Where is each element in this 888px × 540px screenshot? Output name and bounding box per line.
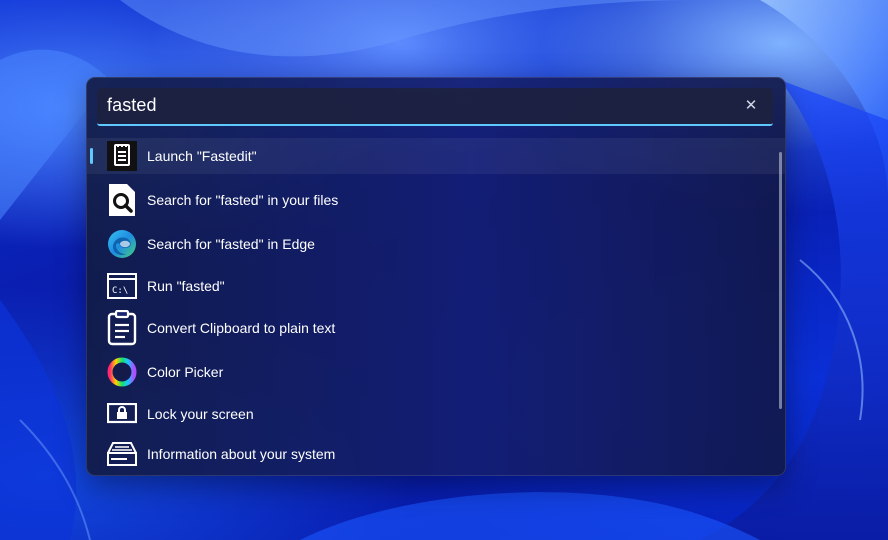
color-wheel-icon [107, 356, 137, 388]
result-label: Launch "Fastedit" [147, 148, 257, 164]
result-label: Search for "fasted" in your files [147, 192, 339, 208]
result-label: Run "fasted" [147, 278, 225, 294]
launcher-window: fasted ✕ Launch "Fastedit" Search for "f… [86, 77, 786, 476]
result-label: Information about your system [147, 446, 336, 462]
search-box[interactable]: fasted ✕ [97, 88, 773, 126]
result-item-lock-screen[interactable]: Lock your screen [87, 394, 785, 434]
edge-icon [107, 228, 137, 260]
result-label: Convert Clipboard to plain text [147, 320, 336, 336]
result-item-system-info[interactable]: Information about your system [87, 434, 785, 474]
result-item-search-edge[interactable]: Search for "fasted" in Edge [87, 222, 785, 266]
result-item-search-files[interactable]: Search for "fasted" in your files [87, 178, 785, 222]
results-scrollbar[interactable] [779, 152, 782, 409]
result-label: Color Picker [147, 364, 224, 380]
lock-icon [107, 398, 137, 430]
file-search-icon [107, 184, 137, 216]
result-label: Search for "fasted" in Edge [147, 236, 315, 252]
clear-icon[interactable]: ✕ [741, 96, 761, 116]
result-label: Lock your screen [147, 406, 254, 422]
result-item-color-picker[interactable]: Color Picker [87, 350, 785, 394]
notepad-icon [107, 140, 137, 172]
clipboard-icon [107, 310, 137, 346]
terminal-icon: C:\ [107, 270, 137, 302]
search-input[interactable]: fasted [107, 95, 157, 116]
system-info-icon [107, 438, 137, 470]
svg-text:C:\: C:\ [112, 286, 128, 296]
result-item-run[interactable]: C:\ Run "fasted" [87, 266, 785, 306]
result-item-clipboard[interactable]: Convert Clipboard to plain text [87, 306, 785, 350]
result-item-launch-fastedit[interactable]: Launch "Fastedit" [87, 138, 785, 174]
results-list: Launch "Fastedit" Search for "fasted" in… [87, 138, 785, 474]
